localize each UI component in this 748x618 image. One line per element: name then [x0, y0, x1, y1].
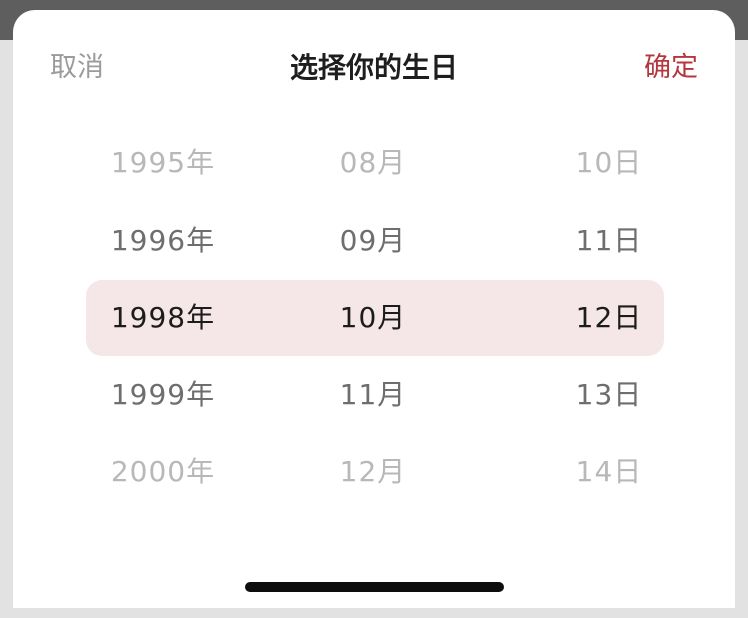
year-option[interactable]: 1999年 [63, 370, 263, 420]
year-option[interactable]: 2000年 [63, 447, 263, 497]
month-option[interactable]: 09月 [273, 216, 473, 266]
year-option[interactable]: 1996年 [63, 216, 263, 266]
day-option[interactable]: 14日 [509, 447, 709, 497]
month-option[interactable]: 08月 [273, 138, 473, 188]
month-option[interactable]: 12月 [273, 447, 473, 497]
month-option[interactable]: 11月 [273, 370, 473, 420]
day-option[interactable]: 13日 [509, 370, 709, 420]
confirm-button[interactable]: 确定 [644, 50, 698, 86]
year-option-selected[interactable]: 1998年 [63, 293, 263, 343]
sheet-title: 选择你的生日 [289, 51, 458, 84]
day-option[interactable]: 10日 [509, 138, 709, 188]
home-indicator[interactable] [245, 582, 504, 592]
day-option-selected[interactable]: 12日 [509, 293, 709, 343]
birthday-picker-sheet: 取消 选择你的生日 确定 1995年 1996年 1998年 1999年 200… [13, 10, 735, 608]
day-option[interactable]: 11日 [509, 216, 709, 266]
year-option[interactable]: 1995年 [63, 138, 263, 188]
month-option-selected[interactable]: 10月 [273, 293, 473, 343]
